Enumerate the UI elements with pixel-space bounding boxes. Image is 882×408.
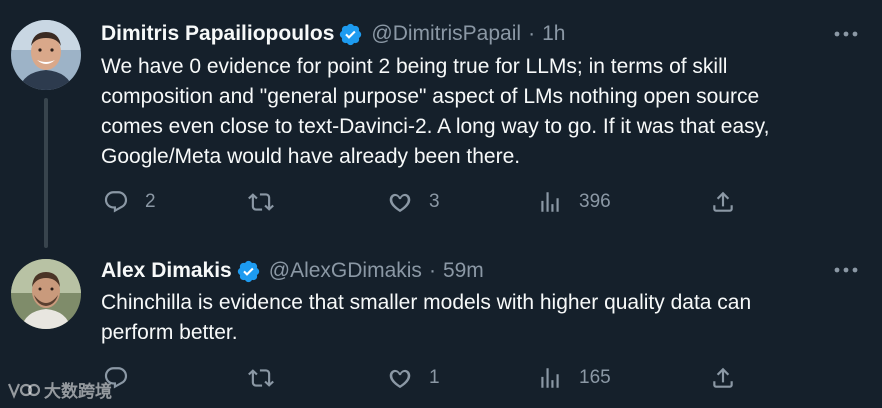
like-button[interactable]: 1	[387, 365, 440, 391]
tweet-actions: 1 165	[101, 365, 761, 397]
like-count: 3	[429, 191, 440, 212]
views-button[interactable]: 396	[537, 189, 611, 215]
verified-badge-icon	[340, 23, 362, 45]
watermark-logo-icon	[7, 383, 40, 399]
verified-badge-icon	[237, 260, 259, 282]
watermark-text: 大数跨境	[44, 382, 112, 401]
avatar-dimitris[interactable]	[11, 20, 81, 90]
view-count: 396	[579, 191, 611, 212]
like-icon	[389, 193, 411, 212]
view-count: 165	[579, 367, 611, 388]
separator-dot: ·	[528, 22, 536, 45]
timestamp[interactable]: 59m	[443, 258, 484, 284]
share-icon	[713, 191, 733, 212]
like-button[interactable]: 3	[387, 189, 440, 215]
share-button[interactable]	[710, 189, 736, 215]
reply-icon	[104, 191, 128, 213]
like-icon	[389, 369, 411, 388]
tweet-header: Dimitris Papailiopoulos @DimitrisPapail …	[101, 21, 565, 47]
tweet-text: We have 0 evidence for point 2 being tru…	[101, 55, 770, 168]
reply-button[interactable]: 2	[103, 189, 156, 215]
tweet-actions: 2 3 396	[101, 189, 761, 221]
tweet-text: Chinchilla is evidence that smaller mode…	[101, 291, 752, 344]
tweet-alex[interactable]: Alex Dimakis @AlexGDimakis · 59m Chinchi…	[0, 250, 882, 408]
avatar-alex[interactable]	[11, 259, 81, 329]
more-options-icon[interactable]	[834, 267, 858, 273]
separator-dot: ·	[428, 259, 436, 282]
retweet-button[interactable]	[248, 365, 290, 391]
timestamp[interactable]: 1h	[542, 21, 565, 47]
retweet-icon	[248, 369, 274, 387]
watermark: 大数跨境	[6, 377, 112, 402]
retweet-button[interactable]	[248, 189, 290, 215]
retweet-icon	[248, 193, 274, 211]
tweet-dimitris[interactable]: Dimitris Papailiopoulos @DimitrisPapail …	[0, 0, 882, 250]
more-options-icon[interactable]	[834, 31, 858, 37]
tweet-header: Alex Dimakis @AlexGDimakis · 59m	[101, 258, 484, 284]
like-count: 1	[429, 367, 440, 388]
handle[interactable]: @DimitrisPapail	[371, 21, 521, 47]
display-name[interactable]: Dimitris Papailiopoulos	[101, 21, 334, 47]
views-icon	[541, 192, 559, 212]
share-button[interactable]	[710, 365, 736, 391]
handle[interactable]: @AlexGDimakis	[269, 258, 422, 284]
views-icon	[541, 368, 559, 388]
views-button[interactable]: 165	[537, 365, 611, 391]
share-icon	[713, 367, 733, 388]
display-name[interactable]: Alex Dimakis	[101, 258, 232, 284]
thread-connector-line	[44, 98, 48, 248]
reply-count: 2	[145, 191, 156, 212]
